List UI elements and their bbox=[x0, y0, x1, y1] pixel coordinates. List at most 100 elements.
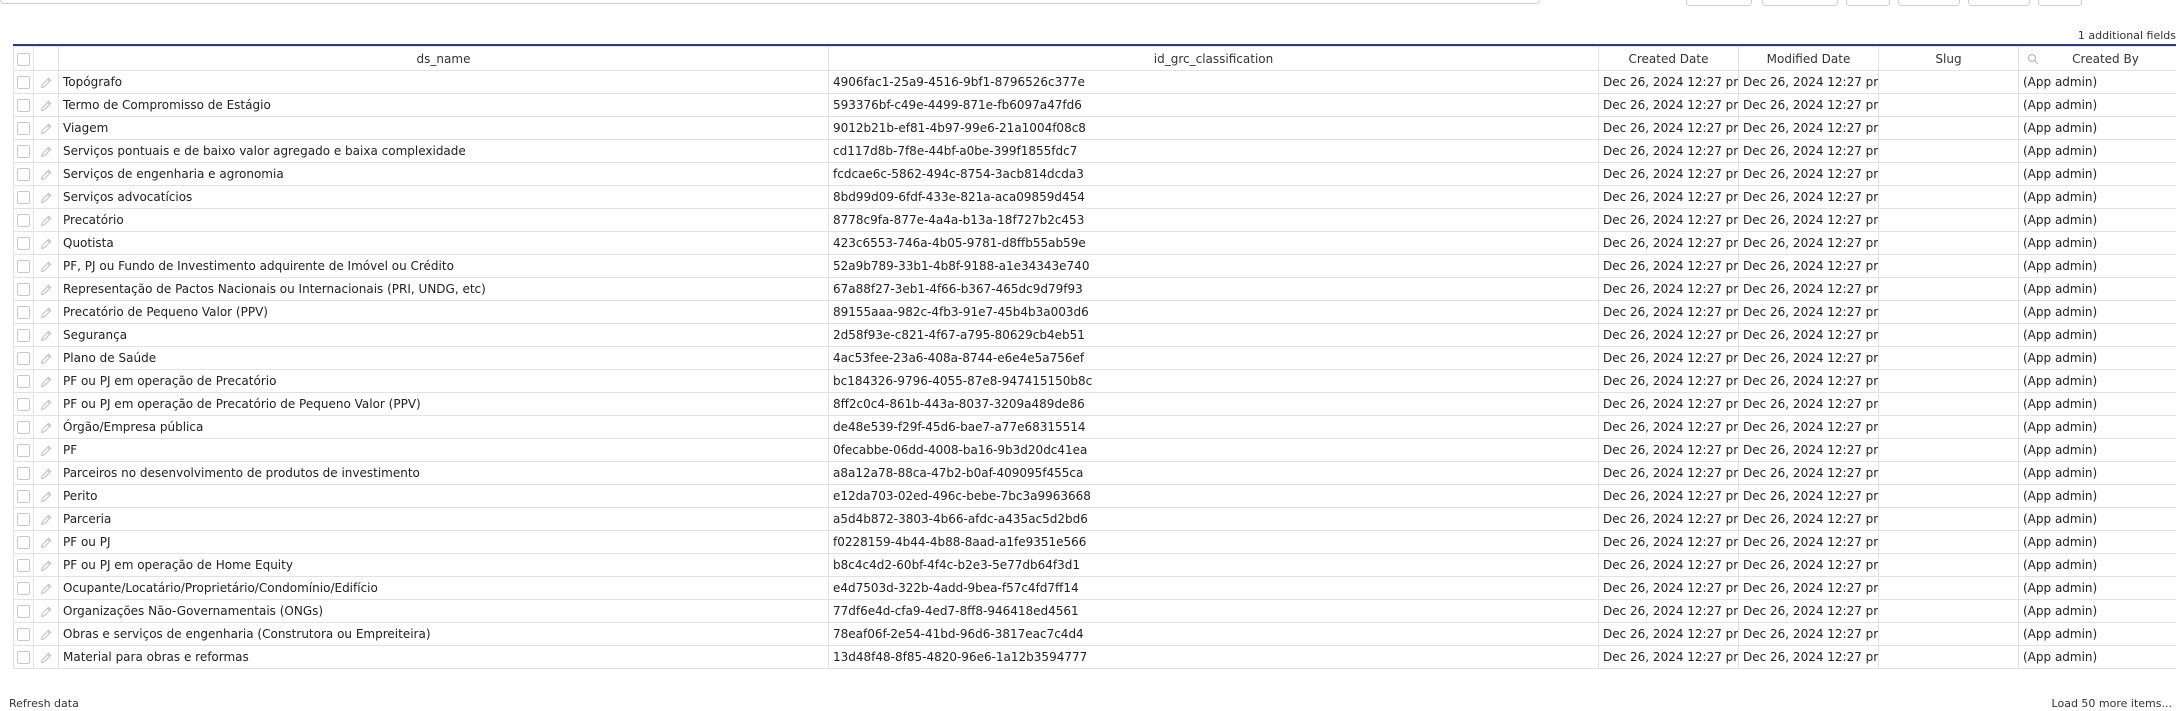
cell-created-date[interactable]: Dec 26, 2024 12:27 pm bbox=[1598, 576, 1739, 600]
cell-created-date[interactable]: Dec 26, 2024 12:27 pm bbox=[1598, 231, 1739, 255]
cell-id[interactable]: 593376bf-c49e-4499-871e-fb6097a47fd6 bbox=[828, 93, 1599, 117]
cell-ds-name[interactable]: Topógrafo bbox=[58, 70, 829, 94]
checkbox[interactable] bbox=[17, 52, 30, 66]
toolbar-button-3[interactable] bbox=[1846, 0, 1890, 6]
row-edit-cell[interactable] bbox=[33, 622, 59, 646]
cell-ds-name[interactable]: Material para obras e reformas bbox=[58, 645, 829, 669]
cell-modified-date[interactable]: Dec 26, 2024 12:27 pm bbox=[1738, 415, 1879, 439]
cell-id[interactable]: 8ff2c0c4-861b-443a-8037-3209a489de86 bbox=[828, 392, 1599, 416]
cell-slug[interactable] bbox=[1878, 599, 2019, 623]
row-edit-cell[interactable] bbox=[33, 323, 59, 347]
cell-created-date[interactable]: Dec 26, 2024 12:27 pm bbox=[1598, 139, 1739, 163]
column-header-slug[interactable]: Slug bbox=[1878, 46, 2019, 71]
row-checkbox[interactable] bbox=[17, 490, 30, 503]
cell-modified-date[interactable]: Dec 26, 2024 12:27 pm bbox=[1738, 438, 1879, 462]
cell-modified-date[interactable]: Dec 26, 2024 12:27 pm bbox=[1738, 530, 1879, 554]
cell-created-by[interactable]: (App admin) bbox=[2018, 300, 2176, 324]
cell-created-date[interactable]: Dec 26, 2024 12:27 pm bbox=[1598, 415, 1739, 439]
cell-id[interactable]: 8bd99d09-6fdf-433e-821a-aca09859d454 bbox=[828, 185, 1599, 209]
table-row[interactable]: Parceiros no desenvolvimento de produtos… bbox=[13, 461, 2176, 485]
cell-ds-name[interactable]: Precatório bbox=[58, 208, 829, 232]
cell-created-by[interactable]: (App admin) bbox=[2018, 277, 2176, 301]
table-row[interactable]: Órgão/Empresa pública de48e539-f29f-45d6-… bbox=[13, 415, 2176, 439]
cell-created-date[interactable]: Dec 26, 2024 12:27 pm bbox=[1598, 208, 1739, 232]
cell-ds-name[interactable]: Termo de Compromisso de Estágio bbox=[58, 93, 829, 117]
cell-modified-date[interactable]: Dec 26, 2024 12:27 pm bbox=[1738, 116, 1879, 140]
cell-slug[interactable] bbox=[1878, 645, 2019, 669]
table-row[interactable]: PF, PJ ou Fundo de Investimento adquiren… bbox=[13, 254, 2176, 278]
cell-created-by[interactable]: (App admin) bbox=[2018, 116, 2176, 140]
cell-slug[interactable] bbox=[1878, 277, 2019, 301]
table-row[interactable]: Parceria a5d4b872-3803-4b66-afdc-a435ac5d… bbox=[13, 507, 2176, 531]
cell-created-date[interactable]: Dec 26, 2024 12:27 pm bbox=[1598, 369, 1739, 393]
cell-slug[interactable] bbox=[1878, 70, 2019, 94]
row-edit-cell[interactable] bbox=[33, 530, 59, 554]
cell-created-by[interactable]: (App admin) bbox=[2018, 70, 2176, 94]
table-row[interactable]: Obras e serviços de engenharia (Construt… bbox=[13, 622, 2176, 646]
cell-created-by[interactable]: (App admin) bbox=[2018, 599, 2176, 623]
cell-created-by[interactable]: (App admin) bbox=[2018, 415, 2176, 439]
pencil-icon[interactable] bbox=[39, 98, 53, 112]
pencil-icon[interactable] bbox=[39, 167, 53, 181]
row-select-cell[interactable] bbox=[13, 576, 34, 600]
cell-created-by[interactable]: (App admin) bbox=[2018, 576, 2176, 600]
row-edit-cell[interactable] bbox=[33, 369, 59, 393]
cell-created-date[interactable]: Dec 26, 2024 12:27 pm bbox=[1598, 70, 1739, 94]
row-edit-cell[interactable] bbox=[33, 185, 59, 209]
row-select-cell[interactable] bbox=[13, 277, 34, 301]
table-row[interactable]: Material para obras e reformas 13d48f48-8… bbox=[13, 645, 2176, 669]
cell-ds-name[interactable]: Precatório de Pequeno Valor (PPV) bbox=[58, 300, 829, 324]
cell-modified-date[interactable]: Dec 26, 2024 12:27 pm bbox=[1738, 622, 1879, 646]
row-edit-cell[interactable] bbox=[33, 231, 59, 255]
cell-slug[interactable] bbox=[1878, 576, 2019, 600]
row-select-cell[interactable] bbox=[13, 553, 34, 577]
row-select-cell[interactable] bbox=[13, 162, 34, 186]
table-row[interactable]: Viagem 9012b21b-ef81-4b97-99e6-21a1004f08… bbox=[13, 116, 2176, 140]
cell-created-by[interactable]: (App admin) bbox=[2018, 323, 2176, 347]
row-checkbox[interactable] bbox=[17, 628, 30, 641]
row-select-cell[interactable] bbox=[13, 461, 34, 485]
cell-slug[interactable] bbox=[1878, 369, 2019, 393]
row-checkbox[interactable] bbox=[17, 536, 30, 549]
cell-created-date[interactable]: Dec 26, 2024 12:27 pm bbox=[1598, 277, 1739, 301]
cell-created-date[interactable]: Dec 26, 2024 12:27 pm bbox=[1598, 93, 1739, 117]
load-more-link[interactable]: Load 50 more items... bbox=[2052, 697, 2172, 710]
cell-modified-date[interactable]: Dec 26, 2024 12:27 pm bbox=[1738, 162, 1879, 186]
cell-id[interactable]: 78eaf06f-2e54-41bd-96d6-3817eac7c4d4 bbox=[828, 622, 1599, 646]
row-edit-cell[interactable] bbox=[33, 461, 59, 485]
pencil-icon[interactable] bbox=[39, 213, 53, 227]
table-row[interactable]: PF ou PJ em operação de Home Equity b8c4c… bbox=[13, 553, 2176, 577]
pencil-icon[interactable] bbox=[39, 627, 53, 641]
cell-created-date[interactable]: Dec 26, 2024 12:27 pm bbox=[1598, 645, 1739, 669]
additional-fields-link[interactable]: 1 additional fields bbox=[2078, 29, 2176, 42]
table-row[interactable]: Ocupante/Locatário/Proprietário/Condomín… bbox=[13, 576, 2176, 600]
table-row[interactable]: Precatório de Pequeno Valor (PPV) 89155aa… bbox=[13, 300, 2176, 324]
toolbar-button-1[interactable] bbox=[1686, 0, 1752, 6]
table-row[interactable]: Serviços advocatícios 8bd99d09-6fdf-433e-… bbox=[13, 185, 2176, 209]
cell-slug[interactable] bbox=[1878, 346, 2019, 370]
table-row[interactable]: Segurança 2d58f93e-c821-4f67-a795-80629cb… bbox=[13, 323, 2176, 347]
cell-created-date[interactable]: Dec 26, 2024 12:27 pm bbox=[1598, 530, 1739, 554]
cell-created-date[interactable]: Dec 26, 2024 12:27 pm bbox=[1598, 392, 1739, 416]
row-checkbox[interactable] bbox=[17, 513, 30, 526]
cell-created-by[interactable]: (App admin) bbox=[2018, 484, 2176, 508]
toolbar-button-4[interactable] bbox=[1898, 0, 1960, 6]
cell-created-date[interactable]: Dec 26, 2024 12:27 pm bbox=[1598, 622, 1739, 646]
pencil-icon[interactable] bbox=[39, 420, 53, 434]
cell-created-by[interactable]: (App admin) bbox=[2018, 93, 2176, 117]
cell-created-by[interactable]: (App admin) bbox=[2018, 208, 2176, 232]
cell-slug[interactable] bbox=[1878, 93, 2019, 117]
search-icon[interactable] bbox=[2027, 53, 2039, 65]
cell-id[interactable]: 4906fac1-25a9-4516-9bf1-8796526c377e bbox=[828, 70, 1599, 94]
cell-modified-date[interactable]: Dec 26, 2024 12:27 pm bbox=[1738, 645, 1879, 669]
cell-modified-date[interactable]: Dec 26, 2024 12:27 pm bbox=[1738, 323, 1879, 347]
row-edit-cell[interactable] bbox=[33, 277, 59, 301]
cell-modified-date[interactable]: Dec 26, 2024 12:27 pm bbox=[1738, 507, 1879, 531]
row-select-cell[interactable] bbox=[13, 93, 34, 117]
cell-created-date[interactable]: Dec 26, 2024 12:27 pm bbox=[1598, 300, 1739, 324]
cell-created-date[interactable]: Dec 26, 2024 12:27 pm bbox=[1598, 461, 1739, 485]
row-edit-cell[interactable] bbox=[33, 599, 59, 623]
cell-slug[interactable] bbox=[1878, 622, 2019, 646]
row-select-cell[interactable] bbox=[13, 70, 34, 94]
cell-ds-name[interactable]: PF bbox=[58, 438, 829, 462]
